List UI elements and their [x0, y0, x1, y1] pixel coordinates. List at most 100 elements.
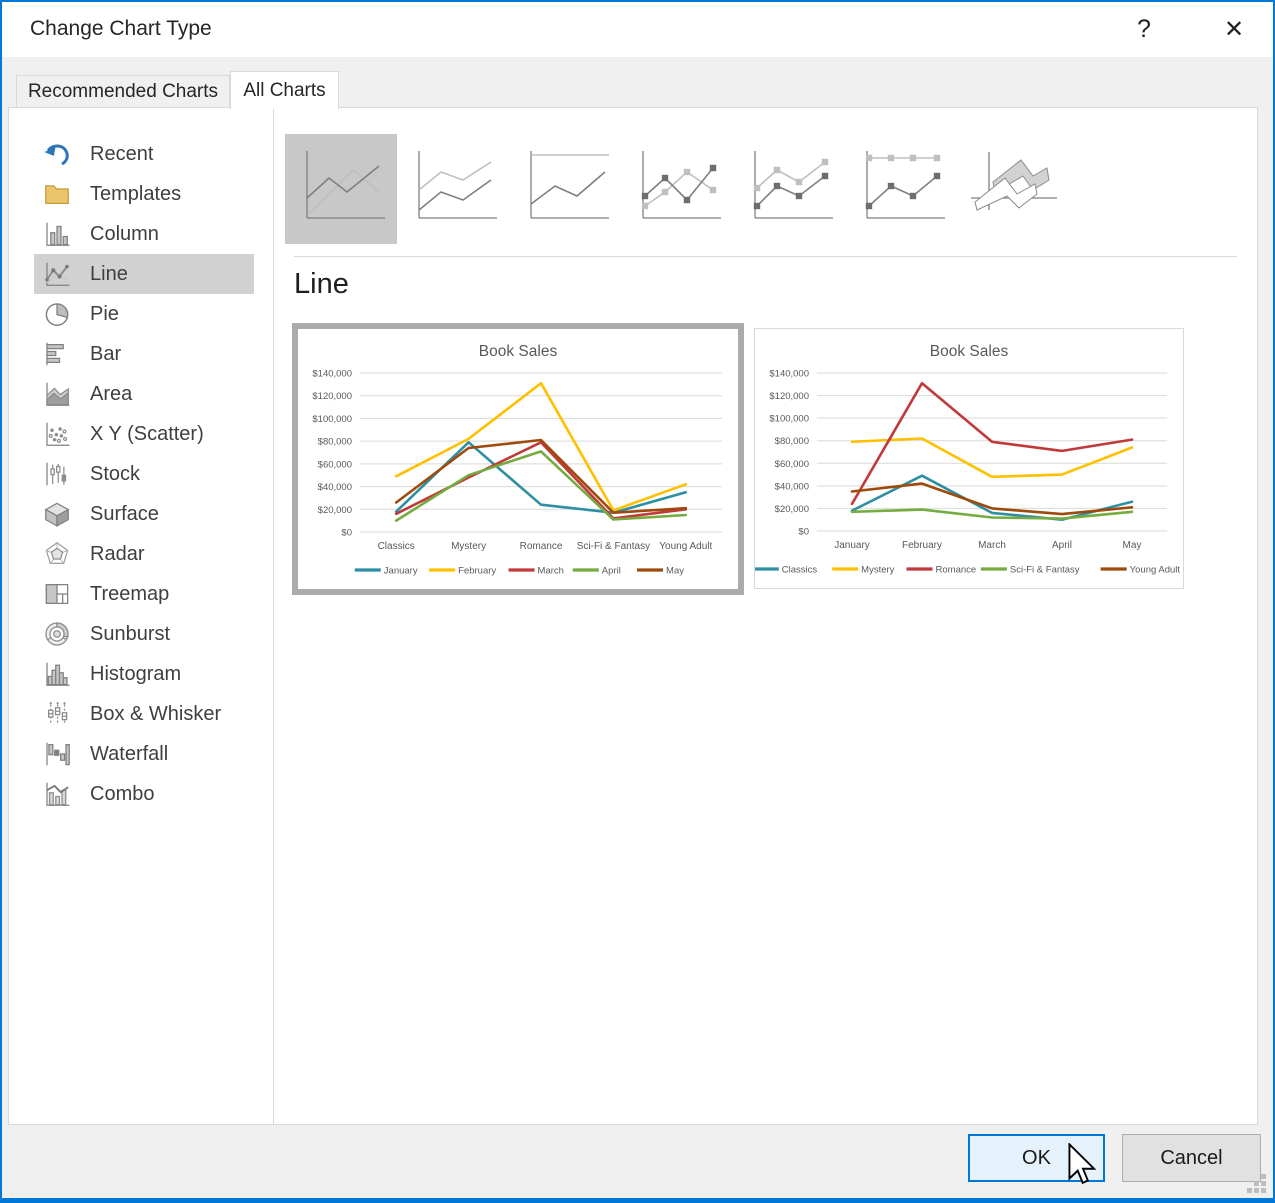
3d-line-subtype-icon: [965, 146, 1061, 232]
sidebar-item-label: Line: [90, 263, 128, 286]
book-sales-chart-by-month: Book Sales$0$20,000$40,000$60,000$80,000…: [755, 329, 1183, 588]
templates-icon: [42, 179, 72, 209]
line-content: Line Book Sales $0 $20,000 $40,000 $60,000 $8…: [275, 108, 1257, 1124]
cancel-button[interactable]: Cancel: [1122, 1134, 1261, 1182]
svg-text:February: February: [902, 540, 942, 551]
resize-grip[interactable]: [1247, 1174, 1268, 1195]
sidebar-item-area[interactable]: Area: [34, 374, 254, 414]
svg-text:$100,000: $100,000: [769, 414, 809, 425]
line-icon: [42, 259, 72, 289]
svg-text:Book Sales: Book Sales: [479, 343, 558, 360]
svg-text:April: April: [602, 566, 621, 577]
subtype-stacked-line-subtype[interactable]: [397, 134, 509, 244]
svg-text:Romance: Romance: [520, 541, 563, 552]
change-chart-type-dialog: Change Chart Type ? ✕ Recommended Charts…: [0, 0, 1275, 1203]
recent-icon: [42, 139, 72, 169]
sidebar-item-label: Histogram: [90, 663, 181, 686]
sidebar-item-treemap[interactable]: Treemap: [34, 574, 254, 614]
sidebar-item-sunburst[interactable]: Sunburst: [34, 614, 254, 654]
svg-text:$140,000: $140,000: [312, 369, 352, 380]
sidebar-item-label: Box & Whisker: [90, 703, 221, 726]
sidebar-item-surface[interactable]: Surface: [34, 494, 254, 534]
area-icon: [42, 379, 72, 409]
sidebar-item-radar[interactable]: Radar: [34, 534, 254, 574]
tab-all-charts[interactable]: All Charts: [230, 71, 339, 109]
sidebar-item-combo[interactable]: Combo: [34, 774, 254, 814]
svg-text:$120,000: $120,000: [769, 391, 809, 402]
sidebar-item-recent[interactable]: Recent: [34, 134, 254, 174]
svg-text:$80,000: $80,000: [318, 437, 352, 448]
sidebar-item-box-whisker[interactable]: Box & Whisker: [34, 694, 254, 734]
combo-icon: [42, 779, 72, 809]
svg-text:February: February: [458, 566, 496, 577]
svg-text:Young Adult: Young Adult: [1130, 565, 1181, 576]
svg-text:Classics: Classics: [782, 565, 818, 576]
sidebar-item-templates[interactable]: Templates: [34, 174, 254, 214]
sidebar-item-label: Radar: [90, 543, 144, 566]
100-stacked-line-subtype-icon: [517, 146, 613, 232]
section-heading: Line: [294, 268, 349, 301]
svg-text:$20,000: $20,000: [318, 505, 352, 516]
radar-icon: [42, 539, 72, 569]
sidebar-item-label: Recent: [90, 143, 153, 166]
svg-text:Book Sales: Book Sales: [930, 343, 1009, 360]
sidebar-item-bar[interactable]: Bar: [34, 334, 254, 374]
svg-text:$0: $0: [798, 527, 809, 538]
svg-text:May: May: [666, 566, 684, 577]
stock-icon: [42, 459, 72, 489]
sidebar-item-label: Stock: [90, 463, 140, 486]
svg-text:May: May: [1123, 540, 1142, 551]
svg-text:Romance: Romance: [936, 565, 977, 576]
subtype-3d-line-subtype[interactable]: [957, 134, 1069, 244]
subtype-line-subtype[interactable]: [285, 134, 397, 244]
help-icon[interactable]: ?: [1127, 12, 1161, 46]
sidebar-item-label: Combo: [90, 783, 154, 806]
box-whisker-icon: [42, 699, 72, 729]
close-icon[interactable]: ✕: [1217, 12, 1251, 46]
100-stacked-line-markers-subtype-icon: [853, 146, 949, 232]
svg-text:$20,000: $20,000: [775, 504, 809, 515]
subtype-100-stacked-line-markers-subtype[interactable]: [845, 134, 957, 244]
svg-text:$60,000: $60,000: [318, 459, 352, 470]
column-icon: [42, 219, 72, 249]
line-subtype-row: [285, 134, 1069, 244]
svg-text:$60,000: $60,000: [775, 459, 809, 470]
chart-preview-selected[interactable]: Book Sales$0$20,000$40,000$60,000$80,000…: [292, 323, 744, 595]
bar-icon: [42, 339, 72, 369]
svg-text:$80,000: $80,000: [775, 436, 809, 447]
histogram-icon: [42, 659, 72, 689]
svg-text:Mystery: Mystery: [451, 541, 486, 552]
sidebar-item-column[interactable]: Column: [34, 214, 254, 254]
sidebar-item-histogram[interactable]: Histogram: [34, 654, 254, 694]
subtype-stacked-line-markers-subtype[interactable]: [733, 134, 845, 244]
divider: [294, 256, 1237, 257]
svg-text:January: January: [834, 540, 870, 551]
svg-text:March: March: [978, 540, 1006, 551]
sidebar-item-label: Column: [90, 223, 159, 246]
line-markers-subtype-icon: [629, 146, 725, 232]
sidebar-item-stock[interactable]: Stock: [34, 454, 254, 494]
svg-text:Sci-Fi & Fantasy: Sci-Fi & Fantasy: [577, 541, 650, 552]
svg-text:$100,000: $100,000: [312, 414, 352, 425]
svg-text:$40,000: $40,000: [318, 482, 352, 493]
svg-text:Mystery: Mystery: [861, 565, 895, 576]
sidebar-item-pie[interactable]: Pie: [34, 294, 254, 334]
scatter-icon: [42, 419, 72, 449]
sidebar-item-label: X Y (Scatter): [90, 423, 204, 446]
sidebar-item-waterfall[interactable]: Waterfall: [34, 734, 254, 774]
tab-recommended-charts[interactable]: Recommended Charts: [16, 75, 230, 108]
all-charts-panel: Recent Templates Column Line Pie Bar Area X Y (…: [8, 107, 1258, 1125]
sidebar-item-label: Area: [90, 383, 132, 406]
sidebar-item-x-y-scatter-[interactable]: X Y (Scatter): [34, 414, 254, 454]
sidebar-item-label: Surface: [90, 503, 159, 526]
subtype-100-stacked-line-subtype[interactable]: [509, 134, 621, 244]
subtype-line-markers-subtype[interactable]: [621, 134, 733, 244]
pie-icon: [42, 299, 72, 329]
chart-preview-alternate[interactable]: Book Sales$0$20,000$40,000$60,000$80,000…: [754, 328, 1184, 589]
sunburst-icon: [42, 619, 72, 649]
sidebar-item-line[interactable]: Line: [34, 254, 254, 294]
svg-text:March: March: [538, 566, 564, 577]
sidebar-item-label: Pie: [90, 303, 119, 326]
dialog-title: Change Chart Type: [30, 17, 212, 41]
waterfall-icon: [42, 739, 72, 769]
